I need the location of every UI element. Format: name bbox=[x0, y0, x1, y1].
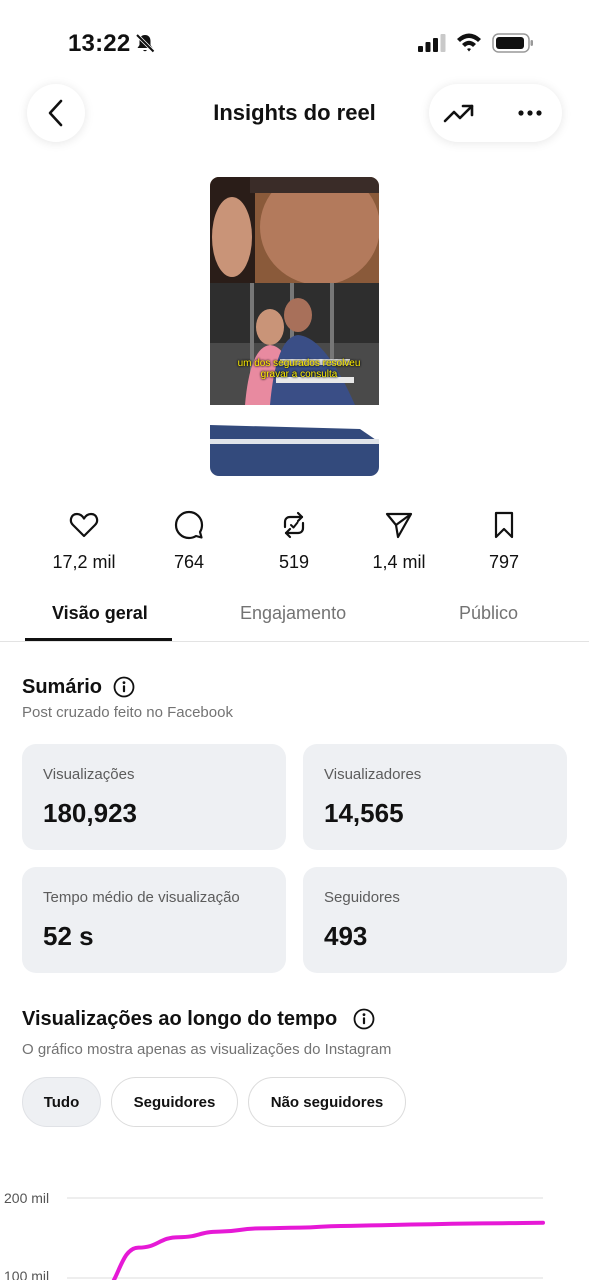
likes-stat[interactable]: 17,2 mil bbox=[39, 510, 129, 573]
tab-overview[interactable]: Visão geral bbox=[52, 603, 148, 624]
comments-stat[interactable]: 764 bbox=[144, 510, 234, 573]
summary-subtitle: Post cruzado feito no Facebook bbox=[22, 704, 233, 721]
views-over-time-title: Visualizações ao longo do tempo bbox=[22, 1008, 338, 1030]
filter-non-followers-chip[interactable]: Não seguidores bbox=[248, 1077, 406, 1127]
heart-icon bbox=[69, 512, 99, 538]
more-options-icon[interactable] bbox=[515, 101, 545, 125]
share-icon bbox=[385, 512, 413, 539]
reposts-stat[interactable]: 519 bbox=[249, 510, 339, 573]
avg-watch-time-label: Tempo médio de visualização bbox=[43, 889, 240, 906]
shares-stat[interactable]: 1,4 mil bbox=[354, 510, 444, 573]
tab-engagement[interactable]: Engajamento bbox=[240, 603, 346, 624]
trending-up-icon[interactable] bbox=[443, 99, 475, 127]
tab-divider bbox=[0, 641, 589, 642]
status-bar: 13:22 bbox=[0, 0, 589, 80]
chart-plot bbox=[67, 1197, 545, 1280]
status-time: 13:22 bbox=[68, 30, 131, 57]
reposts-count: 519 bbox=[278, 552, 310, 572]
filter-followers-chip[interactable]: Seguidores bbox=[111, 1077, 238, 1127]
comments-count: 764 bbox=[173, 552, 205, 572]
viewers-label: Visualizadores bbox=[324, 766, 422, 783]
saves-count: 797 bbox=[488, 552, 520, 572]
repost-icon bbox=[283, 511, 305, 539]
followers-card[interactable]: Seguidores 493 bbox=[303, 867, 567, 973]
tab-audience[interactable]: Público bbox=[459, 603, 518, 624]
shares-count: 1,4 mil bbox=[372, 552, 426, 572]
views-info-icon[interactable] bbox=[353, 1008, 375, 1030]
views-chart: 200 mil 100 mil bbox=[0, 1170, 589, 1280]
viewers-value: 14,565 bbox=[324, 798, 404, 828]
battery-icon bbox=[492, 33, 533, 53]
views-label: Visualizações bbox=[43, 766, 135, 783]
comment-icon bbox=[174, 510, 204, 540]
viewers-card[interactable]: Visualizadores 14,565 bbox=[303, 744, 567, 850]
views-value: 180,923 bbox=[43, 798, 137, 828]
reel-thumbnail[interactable]: um dos segurados resolveu gravar a consu… bbox=[210, 177, 379, 476]
bell-muted-icon bbox=[135, 33, 155, 53]
filter-all-chip[interactable]: Tudo bbox=[22, 1077, 101, 1127]
followers-value: 493 bbox=[324, 921, 368, 951]
followers-label: Seguidores bbox=[324, 889, 400, 906]
y-tick-100: 100 mil bbox=[4, 1268, 50, 1280]
avg-watch-time-card[interactable]: Tempo médio de visualização 52 s bbox=[22, 867, 286, 973]
likes-count: 17,2 mil bbox=[52, 552, 116, 572]
cellular-signal-icon bbox=[418, 34, 446, 52]
summary-title: Sumário bbox=[22, 676, 103, 698]
reel-caption: um dos segurados resolveu gravar a consu… bbox=[237, 358, 361, 380]
views-over-time-subtitle: O gráfico mostra apenas as visualizações… bbox=[22, 1041, 392, 1058]
views-series-line bbox=[111, 1220, 545, 1280]
header-actions bbox=[429, 84, 562, 142]
y-tick-200: 200 mil bbox=[4, 1190, 50, 1206]
save-icon bbox=[494, 511, 514, 539]
avg-watch-time-value: 52 s bbox=[43, 921, 94, 951]
saves-stat[interactable]: 797 bbox=[459, 510, 549, 573]
views-card[interactable]: Visualizações 180,923 bbox=[22, 744, 286, 850]
wifi-icon bbox=[457, 33, 481, 52]
info-icon[interactable] bbox=[113, 676, 135, 698]
